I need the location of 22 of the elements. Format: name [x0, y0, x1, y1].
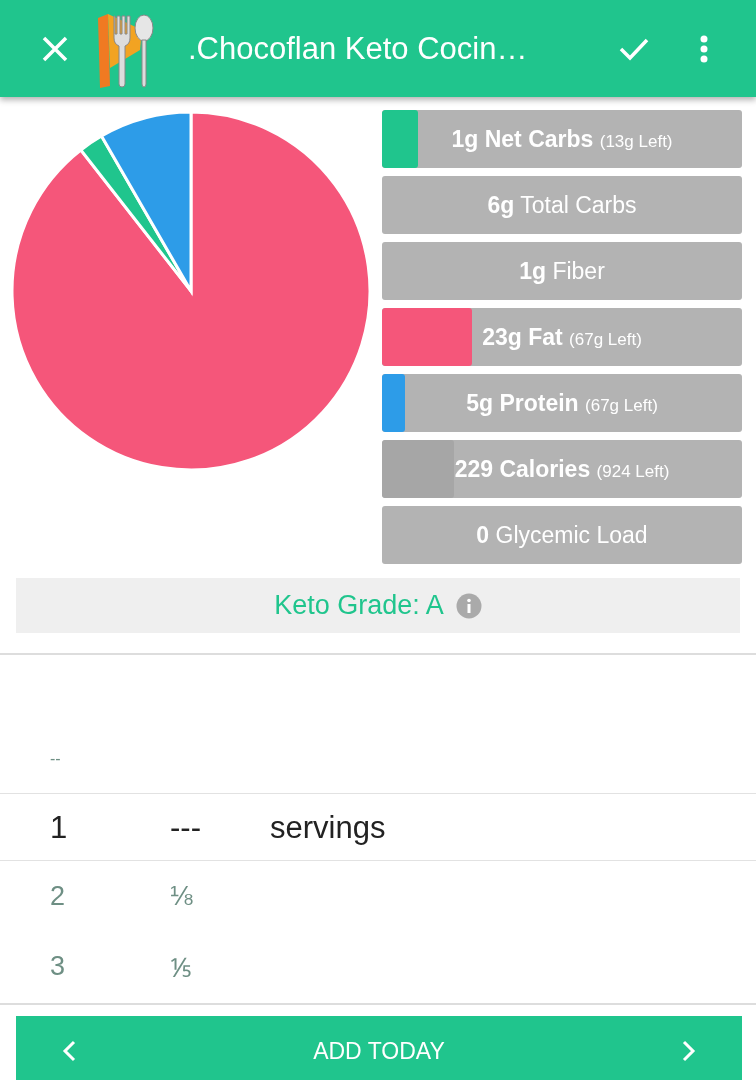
info-icon[interactable]	[455, 592, 482, 619]
picker-option[interactable]: ⅕	[170, 947, 270, 985]
macro-label: 1g Fiber	[519, 257, 605, 285]
picker-option[interactable]: ---	[170, 809, 270, 846]
picker-option[interactable]: --	[50, 750, 170, 768]
picker-option[interactable]: servings	[270, 809, 756, 846]
more-icon[interactable]	[700, 34, 708, 63]
picker-option[interactable]: 1	[50, 809, 170, 846]
macro-label: 0 Glycemic Load	[476, 521, 648, 549]
macro-label: 229 Calories (924 Left)	[454, 455, 670, 483]
macro-label: 5g Protein (67g Left)	[466, 389, 658, 417]
chevron-left-icon[interactable]	[62, 1040, 76, 1062]
picker-option[interactable]: 3	[50, 950, 170, 982]
chevron-right-icon[interactable]	[682, 1040, 696, 1062]
add-today-button[interactable]: ADD TODAY	[305, 1033, 453, 1069]
window-title: .Chocoflan Keto Cocin…	[188, 30, 529, 67]
macro-label: 1g Net Carbs (13g Left)	[451, 125, 673, 153]
macro-label: 23g Fat (67g Left)	[482, 323, 642, 351]
picker-option[interactable]: ⅛	[170, 880, 270, 912]
picker-option[interactable]: 2	[50, 880, 170, 912]
keto-grade: Keto Grade: A	[274, 590, 444, 621]
macro-label: 6g Total Carbs	[487, 191, 637, 219]
